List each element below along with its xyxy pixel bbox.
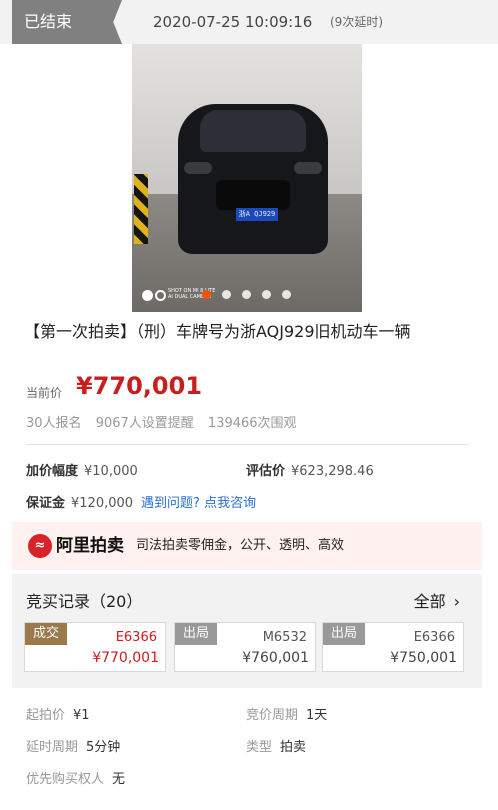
- appraisal-row: 评估价 ¥623,298.46: [246, 460, 374, 479]
- item-stats: 30人报名 9067人设置提醒 139466次围观: [26, 412, 307, 431]
- car-windshield: [200, 110, 306, 152]
- view-count: 139466次围观: [207, 416, 297, 431]
- delay-period-row: 延时周期 5分钟: [26, 736, 120, 755]
- priority-buyer-value: 无: [112, 772, 126, 787]
- item-photo-carousel[interactable]: 浙A QJ929 SHOT ON MI 8 LITE AI DUAL CAMER…: [132, 44, 362, 312]
- increment-label: 加价幅度: [26, 464, 79, 479]
- bid-records-panel: 竞买记录（20） 全部 › 成交 E6366 ¥770,001 出局 M6532 …: [12, 574, 482, 688]
- ali-auction-banner: ≈ 阿里拍卖 司法拍卖零佣金，公开、透明、高效: [12, 522, 482, 570]
- deposit-value: ¥120,000: [71, 496, 134, 511]
- hazard-stripe: [134, 174, 148, 244]
- bid-price: ¥750,001: [390, 650, 457, 666]
- carousel-dot-5[interactable]: [282, 290, 291, 299]
- bid-price: ¥770,001: [92, 650, 159, 666]
- carousel-dot-1[interactable]: [202, 290, 211, 299]
- bid-price: ¥760,001: [242, 650, 309, 666]
- carousel-dot-3[interactable]: [242, 290, 251, 299]
- type-label: 类型: [246, 740, 273, 755]
- appraisal-label: 评估价: [246, 464, 286, 479]
- bidder-id: M6532: [262, 630, 307, 645]
- help-consult-link[interactable]: 遇到问题? 点我咨询: [141, 496, 256, 511]
- priority-buyer-label: 优先购买权人: [26, 772, 105, 787]
- type-value: 拍卖: [280, 740, 307, 755]
- auction-status-bar: 已结束 2020-07-25 10:09:16 (9次延时): [0, 0, 498, 44]
- bidder-id: E6366: [413, 630, 455, 645]
- ali-auction-logo-icon: ≈: [28, 534, 52, 558]
- increment-value: ¥10,000: [84, 464, 138, 479]
- bid-status-tag: 出局: [323, 623, 365, 645]
- camera-watermark-ring-icon: [155, 290, 166, 301]
- car-headlight-left: [184, 162, 212, 174]
- appraisal-value: ¥623,298.46: [291, 464, 374, 479]
- delay-period-label: 延时周期: [26, 740, 79, 755]
- view-all-label: 全部: [413, 592, 446, 611]
- bid-period-row: 竞价周期 1天: [246, 704, 327, 723]
- delay-count: (9次延时): [330, 15, 383, 29]
- chevron-right-icon: ›: [453, 592, 460, 611]
- car-grill: [216, 180, 290, 210]
- bid-period-label: 竞价周期: [246, 708, 299, 723]
- carousel-dot-4[interactable]: [262, 290, 271, 299]
- view-all-bids-button[interactable]: 全部 ›: [414, 588, 460, 612]
- type-row: 类型 拍卖: [246, 736, 306, 755]
- increment-row: 加价幅度 ¥10,000: [26, 460, 138, 479]
- camera-watermark-icon: [142, 290, 153, 301]
- start-price-label: 起拍价: [26, 708, 66, 723]
- bid-status-tag: 出局: [175, 623, 217, 645]
- start-price-value: ¥1: [73, 708, 90, 723]
- bid-record-card[interactable]: 出局 M6532 ¥760,001: [174, 622, 316, 672]
- start-price-row: 起拍价 ¥1: [26, 704, 90, 723]
- ali-auction-slogan: 司法拍卖零佣金，公开、透明、高效: [136, 538, 345, 553]
- item-title: 【第一次拍卖】（刑）车牌号为浙AQJ929旧机动车一辆: [24, 322, 411, 341]
- bidder-id: E6366: [115, 630, 157, 645]
- price-label: 当前价: [26, 386, 63, 400]
- carousel-dot-2[interactable]: [222, 290, 231, 299]
- bid-status-tag: 成交: [25, 623, 67, 645]
- divider: [26, 444, 468, 445]
- license-plate: 浙A QJ929: [236, 208, 278, 221]
- ali-auction-brand: 阿里拍卖: [56, 536, 124, 556]
- status-badge: 已结束: [12, 0, 122, 44]
- end-time: 2020-07-25 10:09:16: [153, 13, 313, 31]
- deposit-row: 保证金 ¥120,000 遇到问题? 点我咨询: [26, 492, 256, 511]
- car-headlight-right: [294, 162, 322, 174]
- delay-period-value: 5分钟: [86, 740, 121, 755]
- bid-record-card[interactable]: 出局 E6366 ¥750,001: [322, 622, 464, 672]
- bid-record-card[interactable]: 成交 E6366 ¥770,001: [24, 622, 166, 672]
- bid-period-value: 1天: [306, 708, 328, 723]
- price-value: ¥770,001: [76, 372, 203, 400]
- deposit-label: 保证金: [26, 496, 66, 511]
- signup-count: 30人报名: [26, 416, 82, 431]
- reminder-count: 9067人设置提醒: [95, 416, 194, 431]
- priority-buyer-row: 优先购买权人无: [26, 768, 125, 787]
- bid-records-title: 竞买记录（20）: [26, 592, 143, 611]
